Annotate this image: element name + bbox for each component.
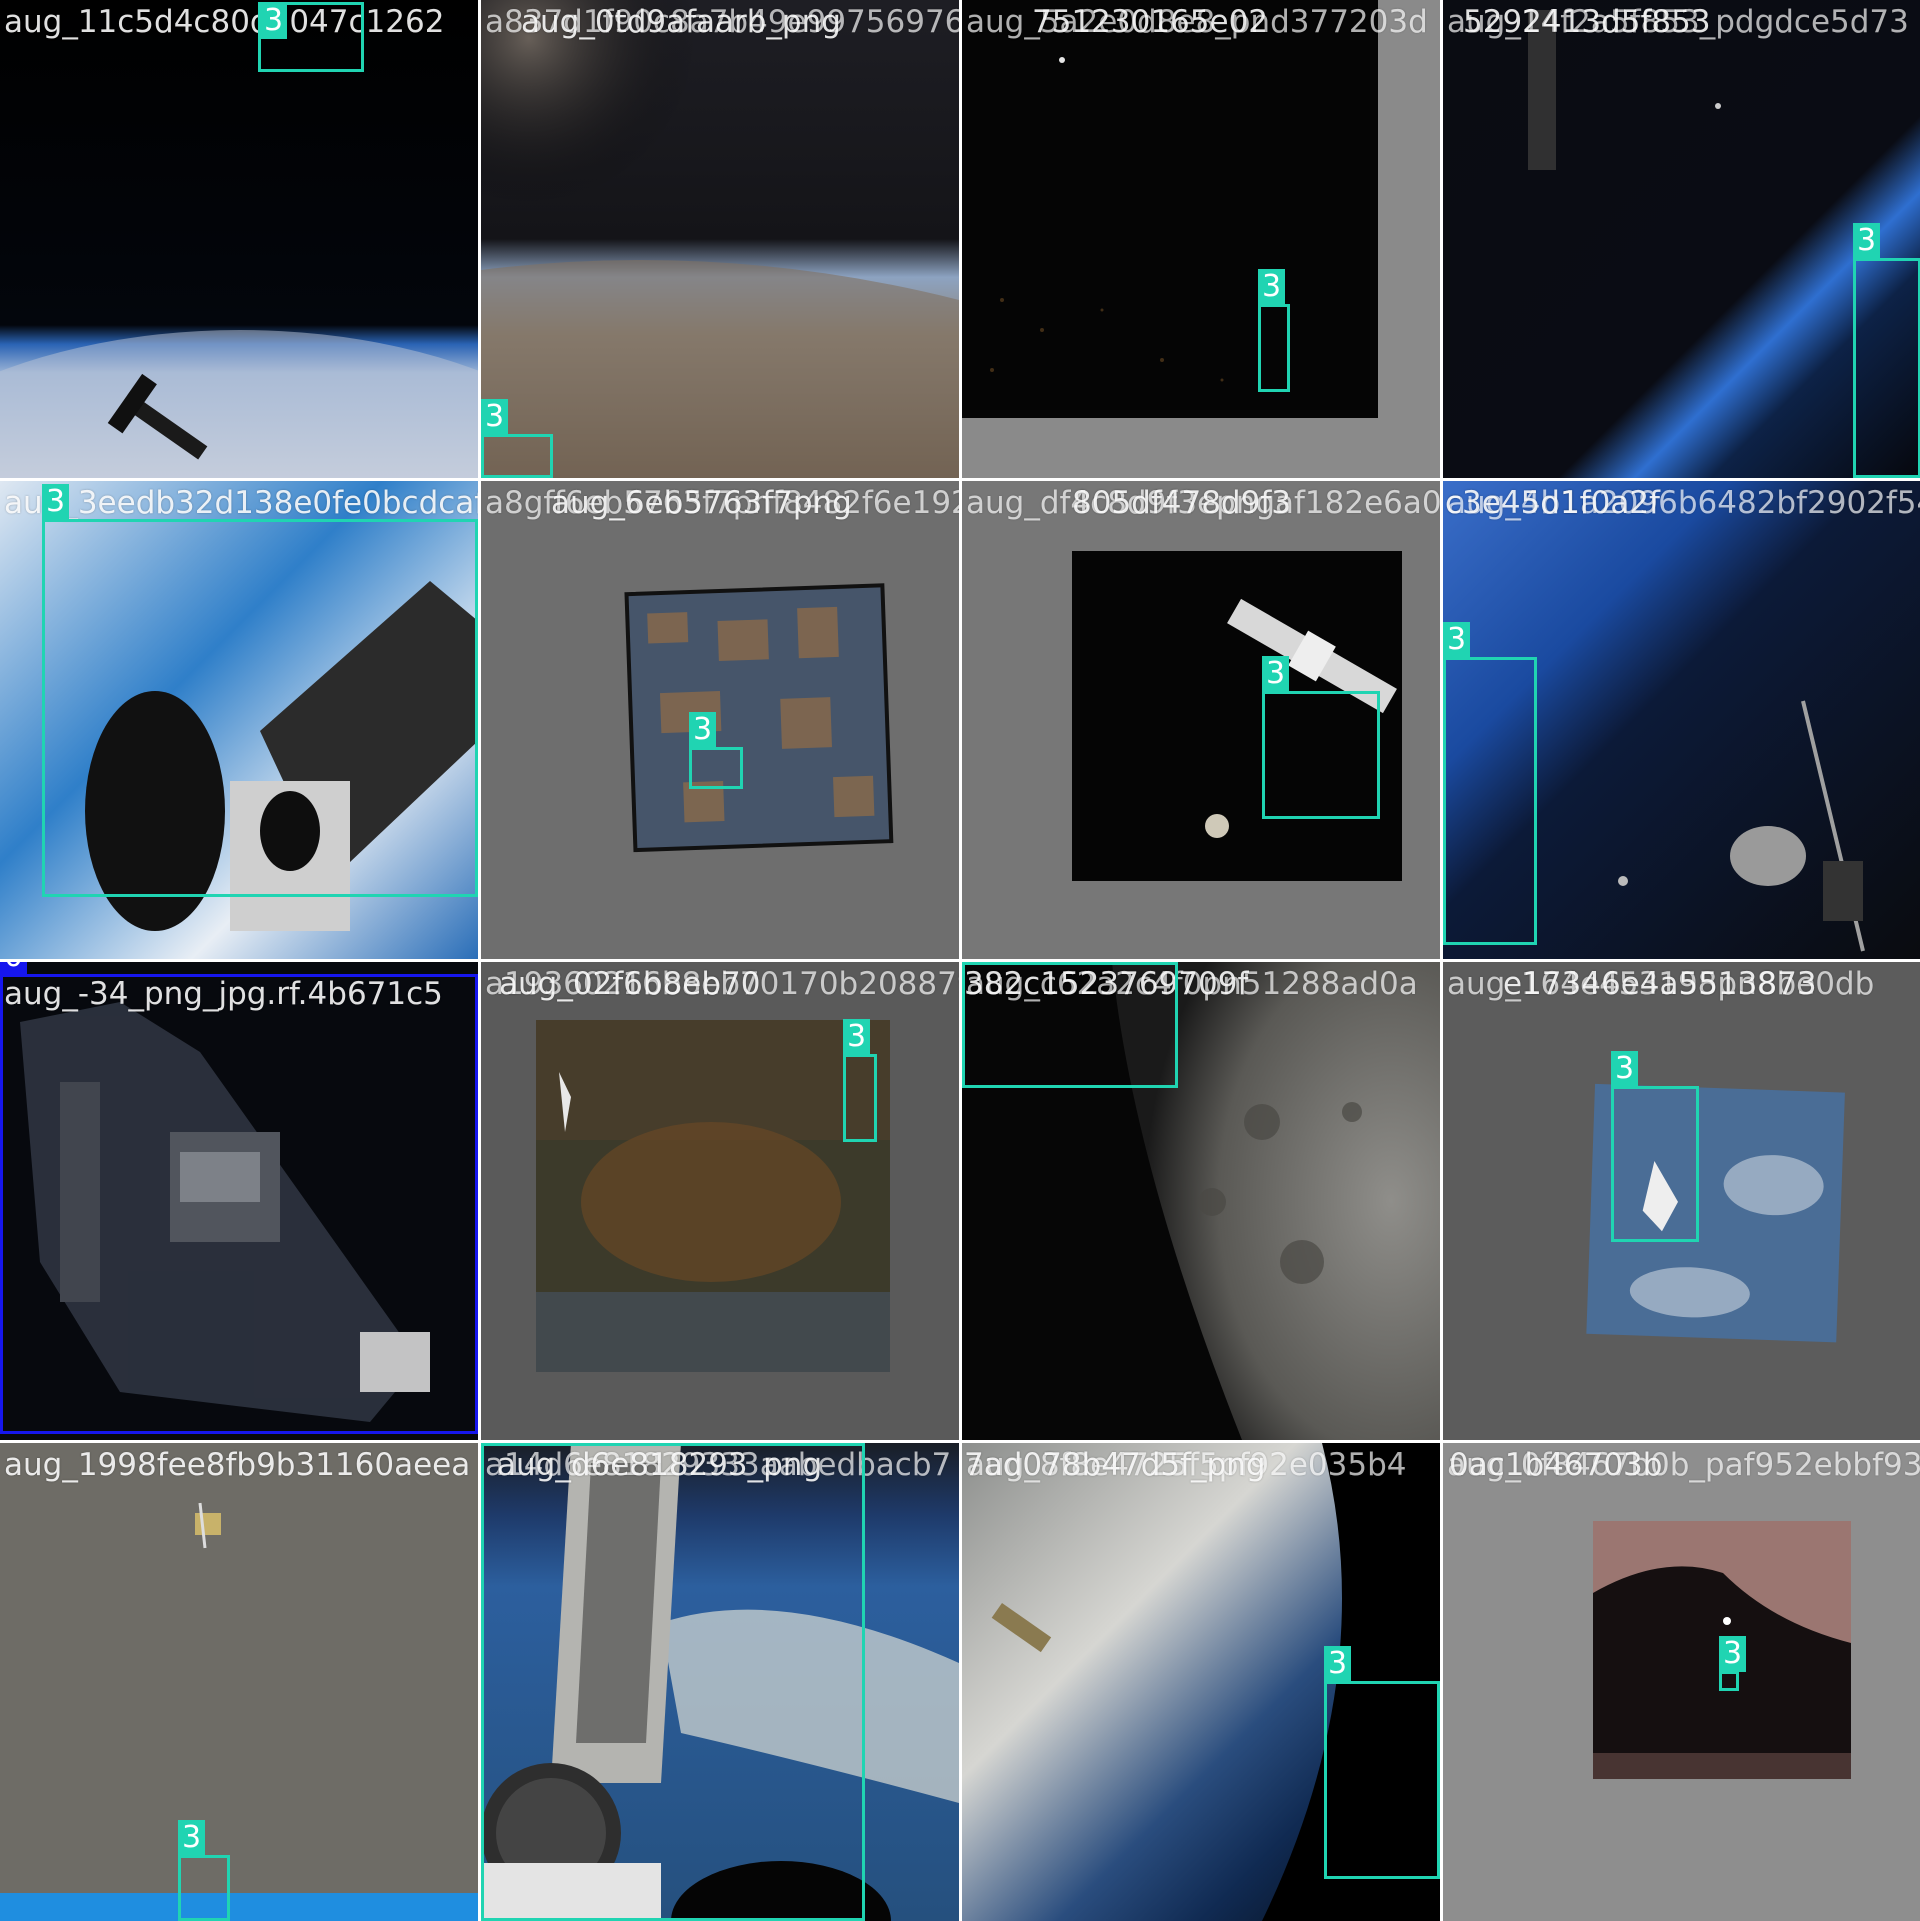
earth-limb-satellite-image <box>0 0 478 478</box>
class-label: 3 <box>843 1019 871 1055</box>
detection-box: 3 <box>689 712 743 789</box>
spacecraft-gray-sky-image <box>0 1443 478 1921</box>
class-label: 0 <box>0 962 28 975</box>
class-label: 3 <box>1324 1646 1352 1682</box>
terrain-aerial-image <box>481 962 959 1440</box>
tile-9: aug_-34_png_jpg.rf.4b671c5 0 <box>0 962 478 1440</box>
class-label: 3 <box>481 399 509 435</box>
class-label: 3 <box>1611 1051 1639 1087</box>
farmland-aerial-image <box>481 481 959 959</box>
city-lights-night-image <box>1443 1443 1920 1921</box>
tile-3: aug_5a2e0d8e8_pnd377203d 751230165e02 3 <box>962 0 1440 478</box>
tile-7: aug_df4c8d9f3epngaf182e6a0 805df478d9f3 … <box>962 481 1440 959</box>
class-label: 3 <box>178 1820 206 1856</box>
detection-box: 3 <box>843 1019 877 1142</box>
detection-box: 3 <box>481 1443 865 1921</box>
tile-13: aug_1998fee8fb9b31160aeea 3 <box>0 1443 478 1921</box>
night-earth-image <box>962 0 1440 478</box>
detection-box: 3 <box>1258 269 1290 392</box>
tile-5: aug_3eedb32d138e0fe0bcdcaf 3 <box>0 481 478 959</box>
tile-1: aug_11c5d4c80d3047c1262 3 <box>0 0 478 478</box>
tile-2: a837d1f90c8a7b49e99756976a aug_0td9afaar… <box>481 0 959 478</box>
detection-box: 3 <box>258 2 364 72</box>
detection-box: 0 <box>0 962 478 1434</box>
detection-box: 3 <box>1853 223 1920 478</box>
detection-box: 3 <box>1262 656 1380 819</box>
class-label: 3 <box>1258 269 1286 305</box>
class-label: 3 <box>260 3 288 39</box>
tile-10: a19360216b8eb70170b208879 aug_02f6b8eb70… <box>481 962 959 1440</box>
earth-atmosphere-image <box>1443 0 1920 478</box>
tile-15: aug_8f8e4725f5pf92e035b4 7ad078b47d5f_pn… <box>962 1443 1440 1921</box>
detection-box: 3 <box>178 1820 230 1921</box>
class-label: 3 <box>42 484 70 520</box>
image-mosaic: aug_11c5d4c80d3047c1262 3 a837d1f90c8a7b… <box>0 0 1920 1921</box>
class-label: 3 <box>1853 223 1881 259</box>
tile-11: aug_c62a2c4f0pn51288ad0a 382c1523769709f… <box>962 962 1440 1440</box>
detection-box: 3 <box>1443 622 1537 945</box>
detection-box: 3 <box>1719 1636 1747 1691</box>
detection-box: 3 <box>1324 1646 1440 1879</box>
tile-6: a8gff6eb5763f7pnf8482f6e192 aug_6eb5763f… <box>481 481 959 959</box>
class-label: 3 <box>1719 1636 1747 1672</box>
earth-horizon-image <box>481 0 959 478</box>
tile-14: a14d6e81829333aabedbacb7 aug_d6e818293_p… <box>481 1443 959 1921</box>
detection-box: 3 <box>481 399 553 478</box>
class-label: 3 <box>1262 656 1290 692</box>
tile-8: aug_4b1a2096b6482bf2902f54 c3e45d1f0a2f … <box>1443 481 1920 959</box>
tile-4: aug_14f2a5f853_pdgdce5d73 5292413d5f853 … <box>1443 0 1920 478</box>
class-label: 3 <box>689 712 717 748</box>
tile-16: aug_0f8467b0b_paf952ebbf93 0ac1b46703b 3 <box>1443 1443 1920 1921</box>
detection-box: 3 <box>1611 1051 1699 1242</box>
detection-box: 3 <box>962 962 1178 1088</box>
class-label: 3 <box>1443 622 1471 658</box>
detection-box: 3 <box>42 484 478 897</box>
tile-12: aug_164e453198pn8be0db e17346e4a5513873 … <box>1443 962 1920 1440</box>
